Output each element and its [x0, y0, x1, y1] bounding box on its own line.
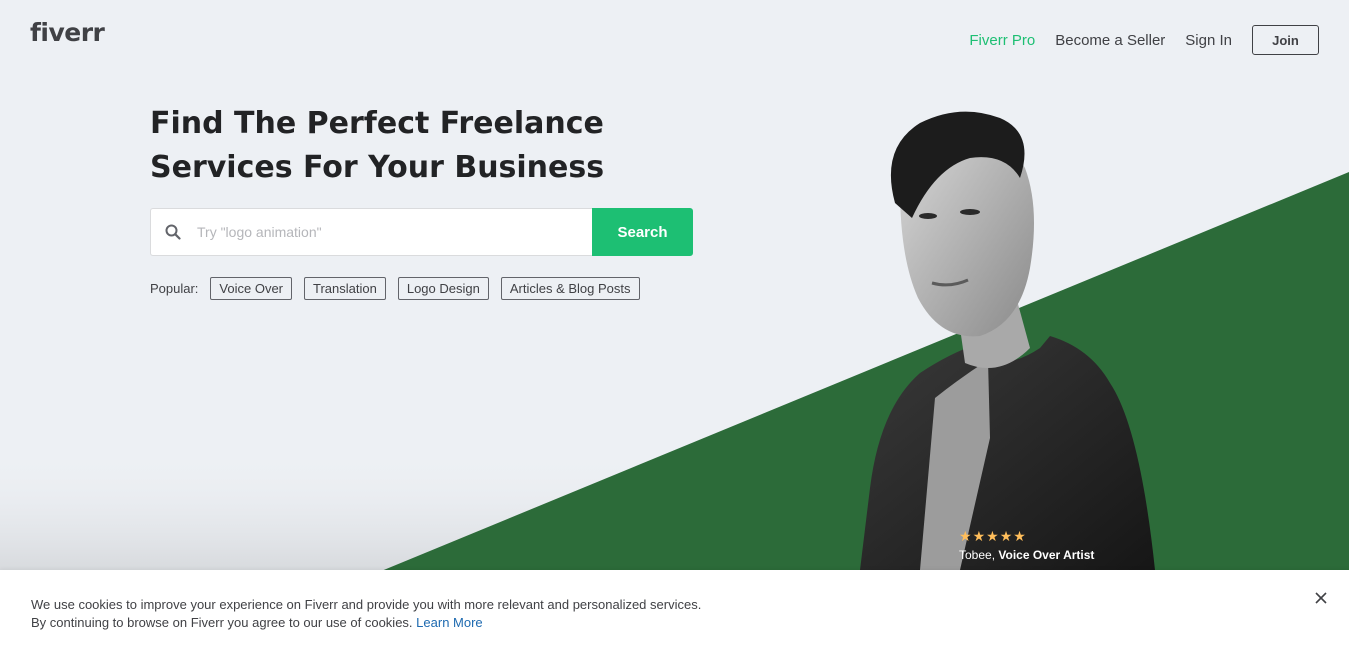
- popular-searches: Popular: Voice Over Translation Logo Des…: [150, 277, 652, 300]
- popular-tag-translation[interactable]: Translation: [304, 277, 386, 300]
- seller-credit: ★ ★ ★ ★ ★ Tobee, Voice Over Artist: [959, 528, 1094, 562]
- star-icon: ★: [959, 528, 972, 544]
- nav-sign-in[interactable]: Sign In: [1185, 32, 1232, 49]
- seller-role: Voice Over Artist: [998, 548, 1095, 562]
- star-icon: ★: [986, 528, 999, 544]
- hero-title-line-2: Services For Your Business: [150, 150, 605, 185]
- close-icon[interactable]: [1313, 590, 1329, 606]
- search-bar: Search: [150, 208, 693, 256]
- cookie-banner: We use cookies to improve your experienc…: [0, 570, 1349, 654]
- hero-title-line-1: Find The Perfect Freelance: [150, 106, 604, 141]
- star-icon: ★: [972, 528, 986, 544]
- nav-fiverr-pro[interactable]: Fiverr Pro: [969, 32, 1035, 49]
- popular-tag-voice-over[interactable]: Voice Over: [210, 277, 293, 300]
- page: fiverr Fiverr Pro Become a Seller Sign I…: [0, 0, 1349, 654]
- cookie-learn-more-link[interactable]: Learn More: [416, 615, 482, 630]
- nav-become-seller[interactable]: Become a Seller: [1055, 32, 1165, 49]
- seller-caption: Tobee, Voice Over Artist: [959, 548, 1094, 562]
- star-icon: ★: [999, 528, 1013, 544]
- cookie-line-1: We use cookies to improve your experienc…: [31, 597, 702, 612]
- search-field[interactable]: [150, 208, 592, 256]
- popular-label: Popular:: [150, 281, 199, 296]
- join-button[interactable]: Join: [1252, 25, 1319, 55]
- popular-tag-articles-blog-posts[interactable]: Articles & Blog Posts: [500, 277, 640, 300]
- fiverr-logo[interactable]: fiverr: [30, 18, 105, 47]
- rating-stars: ★ ★ ★ ★ ★: [959, 528, 1094, 544]
- cookie-line-2: By continuing to browse on Fiverr you ag…: [31, 615, 413, 630]
- star-icon: ★: [1013, 528, 1026, 544]
- popular-tag-logo-design[interactable]: Logo Design: [397, 277, 489, 300]
- cookie-message: We use cookies to improve your experienc…: [31, 596, 701, 632]
- top-nav: Fiverr Pro Become a Seller Sign In Join: [949, 25, 1319, 55]
- hero-title: Find The Perfect Freelance Services For …: [150, 102, 610, 190]
- search-input[interactable]: [195, 223, 592, 241]
- search-button[interactable]: Search: [592, 208, 693, 256]
- search-icon: [151, 224, 195, 240]
- seller-name: Tobee: [959, 548, 992, 562]
- seller-portrait: [860, 111, 1155, 570]
- header: fiverr Fiverr Pro Become a Seller Sign I…: [0, 0, 1349, 80]
